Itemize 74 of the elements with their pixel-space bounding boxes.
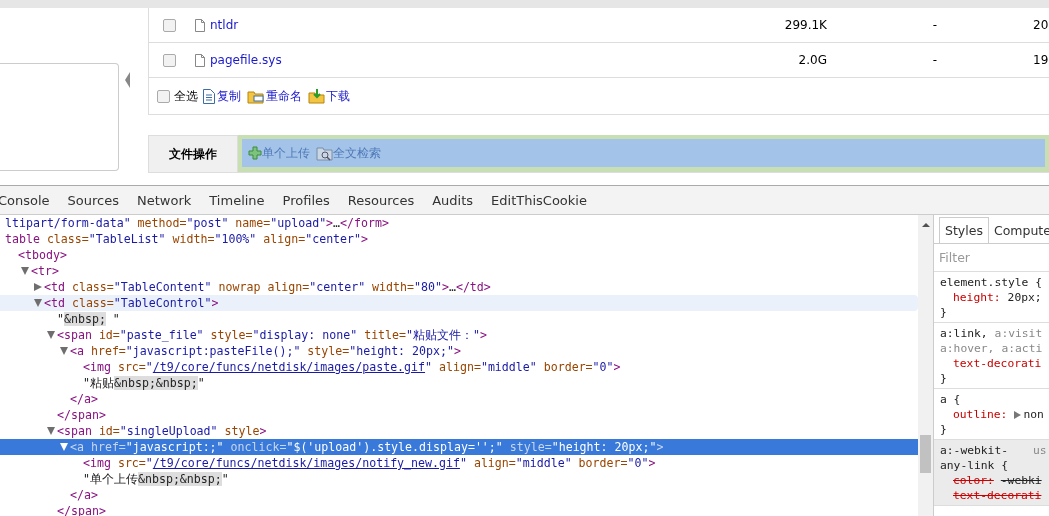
- css-value: 20px;: [1007, 290, 1042, 305]
- devtools-tab[interactable]: Resources: [347, 192, 423, 208]
- action-link[interactable]: 下载: [326, 87, 350, 105]
- collapse-arrow-icon[interactable]: [125, 72, 130, 88]
- action-link[interactable]: 重命名: [266, 87, 302, 105]
- css-selector: a:link, a:visit: [940, 326, 1043, 341]
- code-line[interactable]: <img src="/t9/core/funcs/netdisk/images/paste.gif" align="middle" border="0">: [83, 359, 621, 375]
- file-icon[interactable]: [195, 53, 205, 67]
- code-line[interactable]: </a>: [70, 487, 98, 503]
- table-cell-text: -: [931, 18, 937, 32]
- css-property: outline:: [953, 407, 1008, 422]
- devtools-tab[interactable]: Profiles: [282, 192, 338, 208]
- checkbox[interactable]: [163, 53, 176, 67]
- code-line[interactable]: <td class="TableContent" nowrap align="center" width="80">…</td>: [44, 279, 491, 295]
- css-property: height:: [953, 290, 1001, 305]
- rename-icon[interactable]: [247, 88, 265, 104]
- checkbox[interactable]: [157, 89, 170, 103]
- code-line[interactable]: </a>: [70, 391, 98, 407]
- expand-arrow-icon[interactable]: [1014, 410, 1022, 419]
- scrollbar-thumb[interactable]: [920, 435, 931, 473]
- scrollbar[interactable]: [918, 215, 933, 516]
- closing-brace: }: [940, 422, 948, 437]
- closing-brace: }: [940, 371, 948, 386]
- code-line[interactable]: <td class="TableControl">: [44, 295, 219, 311]
- table-cell: 19: [1033, 53, 1049, 67]
- css-selector: any-link {: [940, 458, 1008, 473]
- expanded-arrow-icon[interactable]: [33, 299, 42, 307]
- hovered-row[interactable]: <td class="TableControl">: [0, 295, 918, 311]
- css-selector: a {: [940, 392, 961, 407]
- table-cell: 20: [1033, 18, 1049, 32]
- file-link[interactable]: ntldr: [210, 18, 757, 32]
- section-label: 文件操作: [148, 135, 238, 172]
- code-line[interactable]: <a href="javascript:;" onclick="$('upload').style.display='';" style="height: 20px;">: [70, 439, 664, 455]
- code-line[interactable]: <span id="singleUpload" style>: [57, 423, 267, 439]
- devtools-tab[interactable]: EditThisCookie: [491, 192, 595, 208]
- folder-search-icon[interactable]: [316, 145, 333, 161]
- css-value: -webki: [1000, 473, 1042, 488]
- file-link[interactable]: pagefile.sys: [210, 53, 757, 67]
- css-property: text-decorati: [953, 488, 1042, 503]
- file-size: 2.0G: [797, 53, 827, 67]
- devtools-tab[interactable]: Timeline: [209, 192, 273, 208]
- code-line[interactable]: <tbody>: [18, 247, 67, 263]
- code-line[interactable]: <a href="javascript:pasteFile();" style="height: 20px;">: [70, 343, 461, 359]
- devtools-tab[interactable]: Sources: [67, 192, 128, 208]
- checkbox[interactable]: [163, 18, 176, 32]
- expanded-arrow-icon[interactable]: [59, 347, 68, 355]
- code-line[interactable]: <tr>: [31, 263, 59, 279]
- code-line[interactable]: table class="TableList" width="100%" align="center">: [5, 231, 369, 247]
- action-link[interactable]: 复制: [217, 87, 241, 105]
- styles-tab[interactable]: Styles: [939, 217, 989, 243]
- code-line[interactable]: <img src="/t9/core/funcs/netdisk/images/notify_new.gif" align="middle" border="0">: [83, 455, 656, 471]
- select-all-label: 全选: [174, 87, 198, 105]
- table-cell-text: -: [931, 53, 937, 67]
- css-property: text-decorati: [953, 356, 1042, 371]
- closing-brace: }: [940, 305, 948, 320]
- copy-icon[interactable]: [202, 88, 216, 104]
- css-selector: a:-webkit-: [940, 443, 1008, 458]
- devtools-tab[interactable]: Audits: [432, 192, 482, 208]
- expanded-arrow-icon[interactable]: [20, 267, 29, 275]
- scroll-up-arrow-icon[interactable]: [921, 223, 930, 227]
- code-line[interactable]: </span>: [57, 407, 106, 423]
- download-icon[interactable]: [308, 88, 325, 104]
- file-size: 299.1K: [783, 18, 827, 32]
- css-selector: a:hover, a:acti: [940, 341, 1043, 356]
- file-icon[interactable]: [195, 18, 205, 32]
- css-value: non: [1023, 407, 1044, 422]
- expanded-arrow-icon[interactable]: [46, 331, 55, 339]
- rule-origin: us: [1033, 443, 1047, 458]
- code-line[interactable]: <span id="paste_file" style="display: none" title="粘贴文件：">: [57, 327, 487, 343]
- css-property: color:: [953, 473, 994, 488]
- code-line[interactable]: ltipart/form-data" method="post" name="upload">…</form>: [5, 215, 389, 231]
- selected-row[interactable]: <a href="javascript:;" onclick="$('upload').style.display='';" style="height: 20px;">: [0, 439, 918, 455]
- css-selector: element.style {: [940, 275, 1043, 290]
- devtools-tab[interactable]: Network: [137, 192, 200, 208]
